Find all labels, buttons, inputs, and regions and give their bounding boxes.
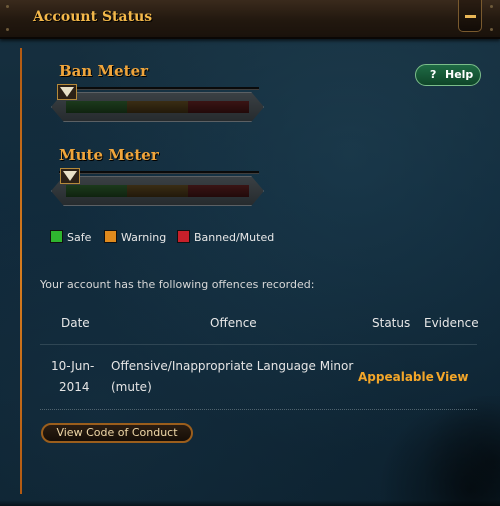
mute-meter-title: Mute Meter bbox=[59, 146, 159, 164]
decorative-side-line bbox=[20, 48, 22, 494]
mute-meter-banned-zone bbox=[188, 185, 249, 197]
legend-warning-swatch bbox=[104, 230, 117, 243]
pointer-down-icon bbox=[63, 171, 77, 181]
rivet-icon bbox=[6, 28, 9, 31]
ban-meter-warning-zone bbox=[127, 101, 188, 113]
legend-safe: Safe bbox=[50, 230, 91, 244]
legend-banned: Banned/Muted bbox=[177, 230, 274, 244]
mute-meter-warning-zone bbox=[127, 185, 188, 197]
help-button[interactable]: ? Help bbox=[415, 64, 481, 86]
mute-meter-safe-zone bbox=[66, 185, 127, 197]
collapse-button[interactable] bbox=[458, 0, 482, 32]
minus-icon bbox=[465, 15, 476, 18]
mute-meter-rail bbox=[59, 171, 259, 174]
row-status-appealable-link[interactable]: Appealable bbox=[358, 370, 434, 384]
table-header-divider bbox=[40, 344, 477, 345]
rivet-icon bbox=[490, 5, 493, 8]
legend-banned-label: Banned/Muted bbox=[194, 231, 275, 244]
help-label: Help bbox=[445, 68, 474, 81]
row-evidence-view-link[interactable]: View bbox=[436, 370, 468, 384]
question-icon: ? bbox=[430, 68, 437, 81]
legend-warning-label: Warning bbox=[121, 231, 167, 244]
legend-safe-label: Safe bbox=[67, 231, 92, 244]
legend-banned-swatch bbox=[177, 230, 190, 243]
rivet-icon bbox=[6, 5, 9, 8]
ban-meter bbox=[51, 92, 264, 122]
ban-meter-rail bbox=[59, 87, 259, 90]
column-header-status: Status bbox=[372, 316, 411, 330]
row-date-line2: 2014 bbox=[59, 380, 90, 394]
row-offence-line1: Offensive/Inappropriate Language Minor bbox=[111, 359, 354, 373]
ban-meter-safe-zone bbox=[66, 101, 127, 113]
ban-meter-track bbox=[66, 101, 249, 113]
pointer-down-icon bbox=[60, 87, 74, 97]
rivet-icon bbox=[490, 28, 493, 31]
account-status-panel: Account Status Ban Meter Mute Meter ? He… bbox=[0, 0, 500, 506]
offences-intro: Your account has the following offences … bbox=[40, 278, 315, 291]
mute-meter bbox=[51, 176, 264, 206]
mute-meter-track bbox=[66, 185, 249, 197]
ban-meter-title: Ban Meter bbox=[59, 62, 149, 80]
row-offence-line2: (mute) bbox=[111, 380, 152, 394]
decorative-grunge bbox=[350, 396, 500, 506]
legend-warning: Warning bbox=[104, 230, 166, 244]
column-header-date: Date bbox=[61, 316, 90, 330]
table-row-divider bbox=[40, 409, 477, 410]
column-header-offence: Offence bbox=[210, 316, 257, 330]
legend-safe-swatch bbox=[50, 230, 63, 243]
title-bar: Account Status bbox=[0, 0, 500, 39]
row-date-line1: 10-Jun- bbox=[51, 359, 95, 373]
view-code-of-conduct-button[interactable]: View Code of Conduct bbox=[41, 423, 193, 443]
ban-meter-banned-zone bbox=[188, 101, 249, 113]
bottom-fade bbox=[0, 500, 500, 506]
column-header-evidence: Evidence bbox=[424, 316, 479, 330]
window-title: Account Status bbox=[33, 9, 153, 25]
